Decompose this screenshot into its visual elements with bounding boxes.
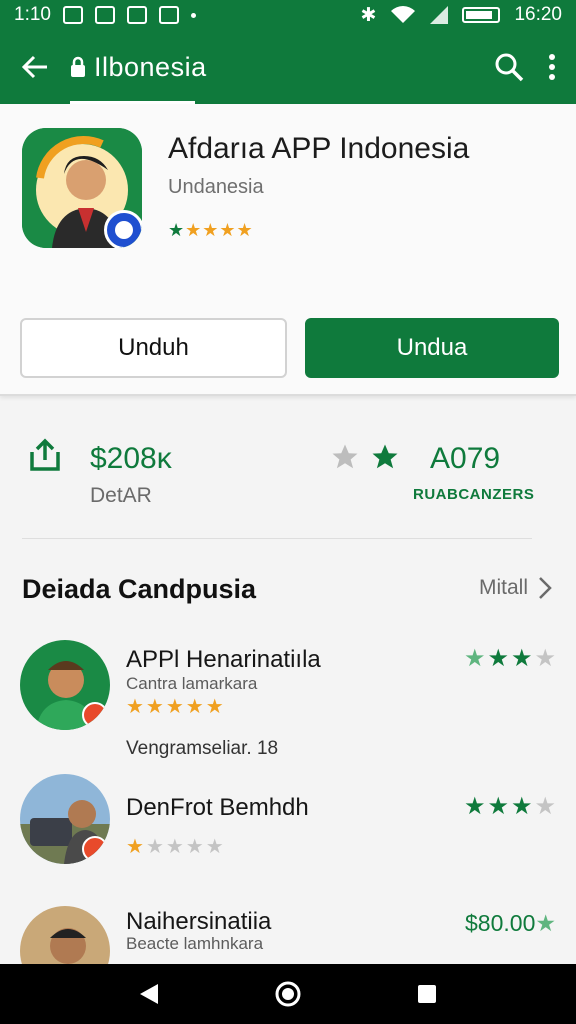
right-star-green: ★★★ bbox=[463, 793, 535, 820]
item-price: $80.00★ bbox=[465, 910, 556, 937]
stats-row: $208ĸ DetAR A079 RUABCANZERS bbox=[0, 410, 576, 540]
app-publisher[interactable]: Undanesia bbox=[168, 176, 264, 199]
list-item[interactable]: APPl Henarinatiıla Cantra lamarkara ★★★★… bbox=[0, 636, 576, 766]
right-star-grey: ★ bbox=[534, 645, 558, 672]
item-right-stars: ★★★★ bbox=[464, 792, 558, 821]
item-stars: ★★★★★ bbox=[126, 834, 226, 859]
live-badge-icon bbox=[82, 836, 108, 862]
right-star-grey: ★ bbox=[534, 793, 558, 820]
item-meta: Vengramseliar. 18 bbox=[126, 738, 279, 759]
app-bar-title: Ilbonesia bbox=[94, 51, 207, 82]
item-subtitle: Beacte lamhnkara bbox=[126, 934, 264, 953]
notification-icon bbox=[62, 6, 83, 24]
app-rating-stars: ★★★★★ bbox=[168, 220, 254, 241]
wifi-icon bbox=[391, 6, 416, 23]
item-name: DenFrot Bemhdh bbox=[126, 794, 309, 821]
avatar bbox=[20, 774, 110, 864]
app-badge-icon bbox=[104, 210, 142, 248]
lock-icon bbox=[71, 56, 85, 77]
star-grey-icon bbox=[332, 444, 358, 469]
recents-square-icon[interactable] bbox=[416, 983, 438, 1005]
search-icon[interactable] bbox=[494, 52, 524, 82]
status-time: 1:10 bbox=[14, 4, 51, 25]
status-bar: 1:10 ✱ 16:20 bbox=[0, 0, 576, 30]
status-clock: 16:20 bbox=[514, 4, 562, 25]
back-button[interactable] bbox=[0, 53, 70, 81]
live-badge-icon bbox=[82, 702, 108, 728]
rating-star-1: ★ bbox=[168, 220, 186, 240]
avatar-illustration bbox=[20, 906, 110, 964]
stat-value-rating: A079 bbox=[430, 442, 501, 475]
undua-button[interactable]: Undua bbox=[305, 318, 559, 378]
item-name: Naihersinatiia bbox=[126, 908, 272, 935]
app-bar: Ilbonesia bbox=[0, 30, 576, 104]
bluetooth-icon: ✱ bbox=[360, 4, 377, 26]
signal-icon bbox=[430, 6, 449, 24]
photo-notification-icon bbox=[126, 6, 147, 24]
right-star-green: ★★ bbox=[487, 645, 535, 672]
back-triangle-icon[interactable] bbox=[138, 982, 160, 1006]
item-star-empty: ★★★★ bbox=[145, 836, 226, 858]
section-more-link[interactable]: Mitall bbox=[479, 576, 552, 600]
rating-stars-rest: ★★★★ bbox=[185, 220, 254, 240]
list-item[interactable]: Naihersinatiia Beacte lamhnkara $80.00★ bbox=[0, 900, 576, 964]
section-more-label: Mitall bbox=[478, 576, 528, 599]
stat-label: DetAR bbox=[90, 484, 152, 507]
home-circle-icon[interactable] bbox=[275, 981, 301, 1007]
item-stars: ★★★★★ bbox=[126, 696, 226, 718]
app-name: Afdarıa APP Indonesia bbox=[168, 132, 470, 165]
section-divider bbox=[22, 538, 532, 539]
mail-notification-icon bbox=[158, 6, 179, 24]
item-star-filled: ★ bbox=[126, 836, 146, 858]
section-title: Deiada Candpusia bbox=[22, 574, 257, 604]
item-name: APPl Henarinatiıla bbox=[126, 646, 321, 673]
battery-icon bbox=[462, 7, 501, 23]
item-right-stars: ★★★★ bbox=[464, 644, 558, 673]
avatar bbox=[20, 640, 110, 730]
app-bar-title-group: Ilbonesia bbox=[70, 30, 207, 104]
share-icon[interactable] bbox=[28, 438, 62, 472]
item-price-value: $80.00 bbox=[465, 910, 536, 936]
system-nav-bar bbox=[0, 964, 576, 1024]
list-item[interactable]: DenFrot Bemhdh ★★★★★ ★★★★ bbox=[0, 772, 576, 882]
more-notifications-icon bbox=[190, 12, 196, 18]
stat-label-rating: RUABCANZERS bbox=[413, 486, 535, 503]
item-subtitle: Cantra lamarkara bbox=[126, 674, 258, 693]
more-vert-icon[interactable] bbox=[548, 53, 556, 81]
right-star-light: ★ bbox=[463, 645, 488, 672]
arrow-left-icon bbox=[21, 55, 47, 79]
app-icon[interactable] bbox=[22, 128, 142, 248]
stat-stars bbox=[330, 442, 400, 472]
avatar bbox=[20, 906, 110, 964]
app-notification-icon bbox=[94, 6, 115, 24]
price-star-icon: ★ bbox=[535, 910, 556, 936]
app-header-card: Afdarıa APP Indonesia Undanesia ★★★★★ Un… bbox=[0, 104, 576, 396]
chevron-right-icon bbox=[539, 577, 552, 599]
star-green-icon bbox=[372, 444, 398, 469]
stat-value: $208ĸ bbox=[90, 442, 172, 475]
unduh-button[interactable]: Unduh bbox=[20, 318, 287, 378]
